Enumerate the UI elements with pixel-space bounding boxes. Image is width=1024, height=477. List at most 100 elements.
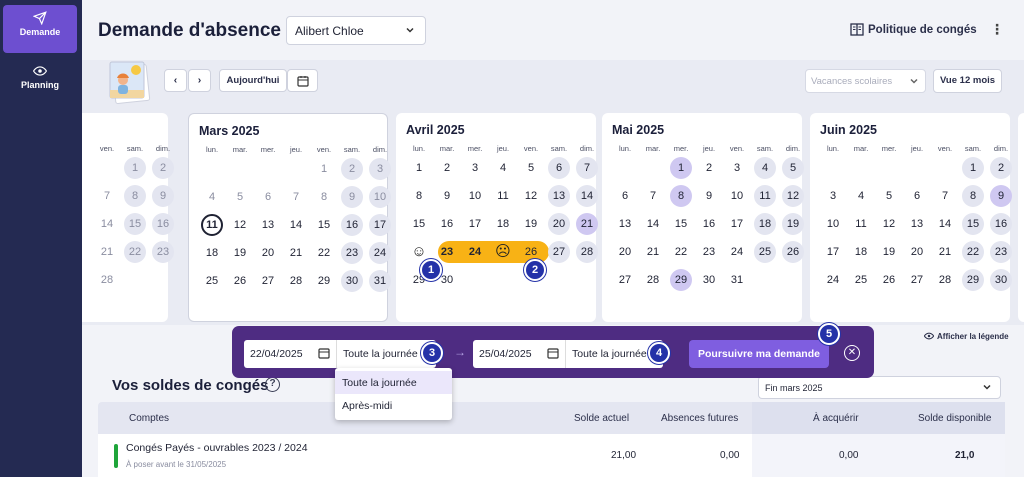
day-cell[interactable]: 9 xyxy=(698,185,720,207)
day-cell[interactable]: 10 xyxy=(726,185,748,207)
day-cell[interactable]: 28 xyxy=(576,241,598,263)
day-cell[interactable]: 23 xyxy=(990,241,1012,263)
day-cell[interactable]: 30 xyxy=(341,270,363,292)
day-cell[interactable]: 6 xyxy=(257,186,279,208)
day-cell[interactable]: 18 xyxy=(754,213,776,235)
day-cell[interactable]: 2 xyxy=(341,158,363,180)
day-cell[interactable]: 22 xyxy=(313,242,335,264)
day-cell[interactable]: 27 xyxy=(906,269,928,291)
nav-demande[interactable]: Demande xyxy=(3,5,77,53)
day-cell[interactable]: 13 xyxy=(548,185,570,207)
day-cell[interactable]: 17 xyxy=(369,214,391,236)
day-cell[interactable]: 29 xyxy=(962,269,984,291)
start-date-field[interactable]: 22/04/2025 xyxy=(244,340,336,368)
day-cell[interactable]: 1 xyxy=(313,158,335,180)
day-cell[interactable]: 23 xyxy=(341,242,363,264)
day-cell[interactable]: 10 xyxy=(464,185,486,207)
day-cell[interactable]: 19 xyxy=(229,242,251,264)
day-cell[interactable]: 28 xyxy=(285,270,307,292)
day-cell[interactable]: 25 xyxy=(754,241,776,263)
next-month-button[interactable]: › xyxy=(188,69,211,92)
day-cell[interactable]: 8 xyxy=(408,185,430,207)
day-cell[interactable]: 15 xyxy=(962,213,984,235)
day-cell[interactable]: 10 xyxy=(369,186,391,208)
day-cell[interactable]: 13 xyxy=(614,213,636,235)
day-cell[interactable]: 21 xyxy=(642,241,664,263)
day-cell[interactable]: 5 xyxy=(782,157,804,179)
option-full-day[interactable]: Toute la journée xyxy=(335,371,452,394)
help-icon[interactable]: ? xyxy=(265,377,280,392)
day-cell[interactable]: 7 xyxy=(285,186,307,208)
end-date-field[interactable]: 25/04/2025 xyxy=(473,340,565,368)
day-cell[interactable]: 2 xyxy=(990,157,1012,179)
day-cell[interactable]: 24 xyxy=(369,242,391,264)
day-cell[interactable]: 31 xyxy=(726,269,748,291)
day-cell[interactable]: 19 xyxy=(520,213,542,235)
prev-month-button[interactable]: ‹ xyxy=(164,69,187,92)
day-cell[interactable]: 24 xyxy=(464,241,486,263)
day-cell[interactable]: 20 xyxy=(257,242,279,264)
day-cell[interactable]: 20 xyxy=(906,241,928,263)
day-cell[interactable]: 8 xyxy=(670,185,692,207)
day-cell[interactable]: 16 xyxy=(341,214,363,236)
day-cell[interactable]: 14 xyxy=(285,214,307,236)
day-cell[interactable]: 28 xyxy=(96,269,118,291)
day-cell[interactable]: 24 xyxy=(822,269,844,291)
day-cell[interactable]: 4 xyxy=(492,157,514,179)
twelve-month-view-button[interactable]: Vue 12 mois xyxy=(933,69,1002,93)
policy-link[interactable]: Politique de congés xyxy=(850,23,977,36)
day-cell[interactable]: 1 xyxy=(408,157,430,179)
day-cell[interactable]: 23 xyxy=(698,241,720,263)
day-cell[interactable]: 18 xyxy=(850,241,872,263)
day-cell[interactable]: 8 xyxy=(313,186,335,208)
sad-face-icon[interactable]: ☹ xyxy=(493,242,513,262)
day-cell[interactable]: 7 xyxy=(576,157,598,179)
day-cell[interactable]: 5 xyxy=(878,185,900,207)
day-cell[interactable]: 15 xyxy=(408,213,430,235)
day-cell[interactable]: 3 xyxy=(726,157,748,179)
day-cell[interactable]: 1 xyxy=(124,157,146,179)
day-cell[interactable]: 27 xyxy=(257,270,279,292)
day-cell[interactable]: 25 xyxy=(850,269,872,291)
day-cell[interactable]: 17 xyxy=(822,241,844,263)
day-cell[interactable]: 12 xyxy=(229,214,251,236)
day-cell[interactable]: 11 xyxy=(850,213,872,235)
day-cell[interactable]: 12 xyxy=(878,213,900,235)
day-cell[interactable]: 2 xyxy=(152,157,174,179)
day-cell[interactable]: 16 xyxy=(990,213,1012,235)
day-cell[interactable]: 23 xyxy=(152,241,174,263)
day-cell[interactable]: 30 xyxy=(698,269,720,291)
day-cell[interactable]: 19 xyxy=(782,213,804,235)
day-cell[interactable]: 16 xyxy=(152,213,174,235)
day-cell[interactable]: 2 xyxy=(436,157,458,179)
day-cell[interactable]: 5 xyxy=(229,186,251,208)
show-legend-link[interactable]: Afficher la légende xyxy=(923,331,1009,341)
day-cell[interactable]: 11 xyxy=(492,185,514,207)
day-cell[interactable]: 27 xyxy=(548,241,570,263)
day-cell[interactable]: 24 xyxy=(726,241,748,263)
day-cell[interactable]: 9 xyxy=(990,185,1012,207)
day-cell[interactable]: 16 xyxy=(436,213,458,235)
day-cell[interactable]: 14 xyxy=(576,185,598,207)
day-cell[interactable]: 18 xyxy=(201,242,223,264)
day-cell[interactable]: 3 xyxy=(464,157,486,179)
day-cell[interactable]: 1 xyxy=(962,157,984,179)
day-cell[interactable]: 8 xyxy=(124,185,146,207)
day-cell[interactable]: 26 xyxy=(878,269,900,291)
day-cell[interactable]: 6 xyxy=(906,185,928,207)
continue-request-button[interactable]: Poursuivre ma demande xyxy=(689,340,829,368)
day-cell[interactable]: 17 xyxy=(726,213,748,235)
day-cell[interactable]: 14 xyxy=(934,213,956,235)
day-cell[interactable]: 23 xyxy=(436,241,458,263)
day-cell[interactable]: 4 xyxy=(850,185,872,207)
day-cell[interactable]: 12 xyxy=(520,185,542,207)
day-cell[interactable]: 27 xyxy=(614,269,636,291)
day-cell[interactable]: 19 xyxy=(878,241,900,263)
day-cell[interactable]: 6 xyxy=(614,185,636,207)
nav-planning[interactable]: Planning xyxy=(3,58,77,106)
day-cell[interactable]: 7 xyxy=(642,185,664,207)
day-cell[interactable]: 11 xyxy=(201,214,223,236)
day-cell[interactable]: 1 xyxy=(670,157,692,179)
today-button[interactable]: Aujourd'hui xyxy=(219,69,287,92)
day-cell[interactable]: 8 xyxy=(962,185,984,207)
